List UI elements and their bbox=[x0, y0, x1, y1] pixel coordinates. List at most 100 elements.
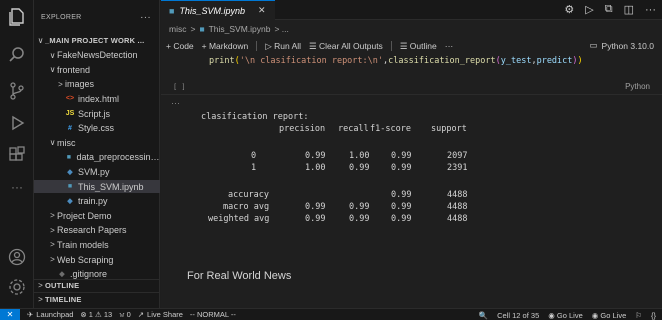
tree-item[interactable]: # Style.css bbox=[34, 122, 160, 135]
ports-item[interactable]: 𝚠 0 bbox=[119, 310, 131, 320]
code-token: y_test bbox=[500, 56, 532, 66]
more-actions-icon[interactable]: ··· bbox=[645, 4, 656, 16]
liveshare-label: Live Share bbox=[147, 310, 183, 319]
launchpad-label: Launchpad bbox=[36, 310, 74, 319]
tree-item-label: _MAIN PROJECT WORK ... bbox=[45, 36, 145, 45]
tree-item[interactable]: <> index.html bbox=[34, 92, 160, 105]
clear-label: Clear All Outputs bbox=[319, 40, 383, 51]
add-code-button[interactable]: + Code bbox=[166, 41, 194, 51]
outline-label: OUTLINE bbox=[45, 281, 80, 290]
breadcrumb-folder[interactable]: misc bbox=[169, 24, 186, 34]
bell-icon[interactable]: ⚐ bbox=[635, 311, 642, 320]
report-cell: 0.99 bbox=[349, 163, 370, 173]
code-token: classification_report bbox=[388, 56, 496, 66]
more-icon[interactable]: ··· bbox=[445, 41, 454, 51]
report-row-label: accuracy bbox=[228, 190, 269, 200]
breadcrumb-tail[interactable]: > ... bbox=[274, 24, 288, 34]
tree-item[interactable]: ∨ FakeNewsDetection bbox=[34, 49, 160, 62]
account-icon[interactable] bbox=[6, 246, 28, 268]
zoom-icon[interactable]: 🔍 bbox=[479, 311, 488, 320]
tree-item[interactable]: > Research Papers bbox=[34, 224, 160, 237]
report-row-label: 0 bbox=[251, 151, 257, 161]
remote-button[interactable]: ✕ bbox=[0, 308, 20, 320]
gear-icon[interactable]: ⚙ bbox=[564, 3, 574, 16]
tree-item[interactable]: > Web Scraping bbox=[34, 253, 160, 266]
compare-icon[interactable]: ⧉ bbox=[605, 3, 613, 16]
tree-item[interactable]: ∨ _MAIN PROJECT WORK ... bbox=[34, 34, 160, 47]
tree-item[interactable]: > images bbox=[34, 78, 160, 91]
tree-item[interactable]: JS Script.js bbox=[34, 107, 160, 120]
file-type-icon: # bbox=[68, 124, 72, 132]
report-cell: 0.99 bbox=[349, 202, 370, 212]
tree-item[interactable]: ◆ train.py bbox=[34, 195, 160, 208]
settings-gear-icon[interactable] bbox=[6, 276, 28, 298]
outline-label: Outline bbox=[409, 40, 437, 51]
file-type-icon: ◆ bbox=[59, 271, 65, 279]
tree-item[interactable]: ◆ SVM.py bbox=[34, 165, 160, 178]
clear-icon: ☰ bbox=[309, 40, 320, 51]
kernel-picker[interactable]: ▭ Python 3.10.0 bbox=[590, 40, 655, 51]
tree-item-label: Project Demo bbox=[57, 210, 112, 221]
output-menu-icon[interactable]: ··· bbox=[171, 98, 180, 108]
add-markdown-button[interactable]: + Markdown bbox=[202, 41, 249, 51]
file-type-icon: ◆ bbox=[67, 198, 73, 206]
explorer-menu-icon[interactable]: ··· bbox=[140, 12, 151, 23]
tree-item-label: This_SVM.ipynb bbox=[78, 181, 144, 192]
breadcrumb-separator: > bbox=[190, 24, 196, 34]
tree-item-label: data_preprocessing.i... bbox=[76, 152, 160, 163]
cell-position[interactable]: Cell 12 of 35 bbox=[497, 311, 539, 320]
split-editor-icon[interactable]: ◫ bbox=[624, 3, 634, 16]
tab-this-svm[interactable]: ■ This_SVM.ipynb ✕ bbox=[161, 0, 275, 20]
run-icon[interactable]: ▷ bbox=[585, 3, 593, 16]
source-control-icon[interactable] bbox=[6, 80, 28, 102]
kernel-label: Python 3.10.0 bbox=[601, 40, 654, 51]
tree-item[interactable]: ■ data_preprocessing.i... bbox=[34, 151, 160, 164]
close-icon[interactable]: ✕ bbox=[258, 5, 266, 16]
extensions-icon[interactable] bbox=[6, 144, 28, 166]
chevron-right-icon: > bbox=[50, 225, 55, 235]
tree-item-label: misc bbox=[57, 137, 76, 148]
activity-bar: ··· bbox=[0, 0, 34, 308]
go-live-label: Go Live bbox=[556, 310, 583, 320]
outline-icon: ☰ bbox=[399, 40, 410, 51]
code-cell-line[interactable]: print('\n clasification report:\n',class… bbox=[209, 56, 583, 66]
tree-item[interactable]: > Project Demo bbox=[34, 209, 160, 222]
execution-count[interactable]: [ ] bbox=[173, 83, 186, 91]
report-header: recall bbox=[338, 124, 369, 134]
tree-item-label: train.py bbox=[78, 196, 108, 207]
markdown-cell-text[interactable]: For Real World News bbox=[187, 270, 291, 282]
file-type-icon: ◆ bbox=[67, 168, 73, 176]
liveshare-icon: ↗ bbox=[137, 310, 145, 319]
explorer-icon[interactable] bbox=[6, 6, 28, 28]
launchpad-item[interactable]: ✈ Launchpad bbox=[27, 310, 73, 319]
breadcrumb-file[interactable]: This_SVM.ipynb bbox=[209, 24, 271, 34]
run-all-button[interactable]: ▷ Run All bbox=[265, 41, 301, 52]
braces-icon[interactable]: {} bbox=[651, 311, 656, 320]
report-cell: 0.99 bbox=[305, 202, 326, 212]
editor-area: ■ This_SVM.ipynb ✕ ⚙ ▷ ⧉ ◫ ··· misc > ■ … bbox=[161, 0, 662, 308]
outline-section[interactable]: > OUTLINE bbox=[34, 279, 160, 292]
liveshare-item[interactable]: ↗ Live Share bbox=[138, 310, 183, 319]
go-live-button[interactable]: ◉ Go Live bbox=[548, 311, 583, 320]
notebook-toolbar: + Code + Markdown ▷ Run All ☰ Clear All … bbox=[161, 38, 662, 54]
tree-item[interactable]: ∨ misc bbox=[34, 136, 160, 149]
tree-item[interactable]: > Train models bbox=[34, 238, 160, 251]
timeline-section[interactable]: > TIMELINE bbox=[34, 293, 160, 306]
run-debug-icon[interactable] bbox=[6, 112, 28, 134]
report-cell: 0.99 bbox=[391, 151, 412, 161]
chevron-right-icon: > bbox=[50, 255, 55, 264]
report-row-label: macro avg bbox=[223, 202, 270, 212]
tree-item-label: FakeNewsDetection bbox=[57, 50, 138, 61]
tree-item[interactable]: ∨ frontend bbox=[34, 63, 160, 76]
cell-language[interactable]: Python bbox=[625, 82, 650, 91]
clear-outputs-button[interactable]: ☰ Clear All Outputs bbox=[309, 41, 383, 52]
more-views-icon[interactable]: ··· bbox=[6, 176, 28, 198]
outline-button[interactable]: ☰ Outline bbox=[400, 41, 437, 52]
report-cell: 1.00 bbox=[349, 151, 370, 161]
cell-divider bbox=[161, 94, 662, 95]
go-live-button-2[interactable]: ◉ Go Live bbox=[592, 311, 627, 320]
tree-item[interactable]: ■ This_SVM.ipynb bbox=[34, 180, 160, 193]
problems-item[interactable]: ⊗ 1 ⚠ 13 bbox=[80, 310, 112, 319]
report-cell: 0.99 bbox=[305, 214, 326, 224]
search-icon[interactable] bbox=[6, 44, 28, 66]
